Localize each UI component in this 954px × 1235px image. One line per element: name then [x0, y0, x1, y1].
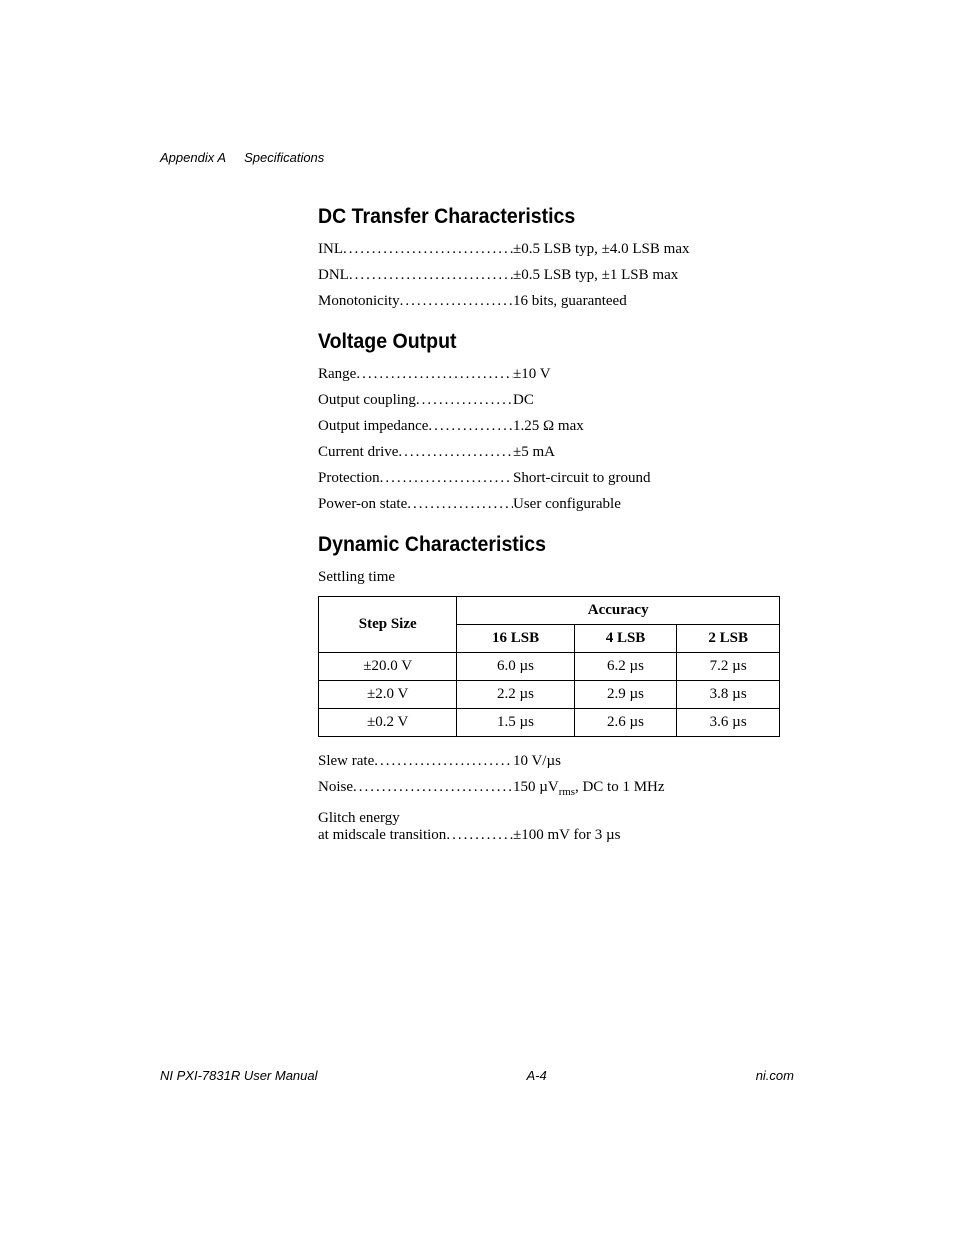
leader-dots [353, 779, 513, 796]
leader-dots [407, 496, 513, 513]
spec-value: ±100 mV for 3 µs [513, 827, 620, 844]
dc-heading: DC Transfer Characteristics [318, 205, 761, 229]
dc-section: DC Transfer Characteristics INL ±0.5 LSB… [318, 205, 794, 310]
table-cell: 3.8 µs [677, 681, 780, 709]
spec-label: Current drive [318, 444, 398, 461]
spec-value: DC [513, 392, 534, 409]
leader-dots [343, 241, 513, 258]
leader-dots [380, 470, 513, 487]
spec-value: 16 bits, guaranteed [513, 293, 627, 310]
dynamic-section: Dynamic Characteristics Settling time St… [318, 533, 794, 844]
spec-row: Output coupling DC [318, 392, 794, 409]
step-cell: ±20.0 V [319, 653, 457, 681]
leader-dots [428, 418, 513, 435]
step-cell: ±0.2 V [319, 709, 457, 737]
spec-row: DNL ±0.5 LSB typ, ±1 LSB max [318, 267, 794, 284]
table-cell: 6.0 µs [457, 653, 574, 681]
footer-center: A-4 [526, 1068, 546, 1083]
footer-left: NI PXI-7831R User Manual [160, 1068, 318, 1083]
table-cell: 7.2 µs [677, 653, 780, 681]
table-cell: 2.6 µs [574, 709, 677, 737]
spec-row: Monotonicity 16 bits, guaranteed [318, 293, 794, 310]
step-size-header: Step Size [319, 597, 457, 653]
table-cell: 3.6 µs [677, 709, 780, 737]
spec-row: Current drive ±5 mA [318, 444, 794, 461]
spec-value: 10 V/µs [513, 753, 561, 770]
spec-row: Power-on state User configurable [318, 496, 794, 513]
spec-value: User configurable [513, 496, 621, 513]
settling-label: Settling time [318, 569, 794, 586]
leader-dots [398, 444, 513, 461]
spec-label: Range [318, 366, 356, 383]
spec-value: ±10 V [513, 366, 551, 383]
spec-value: ±0.5 LSB typ, ±1 LSB max [513, 267, 678, 284]
voltage-heading: Voltage Output [318, 330, 761, 354]
spec-label: Noise [318, 779, 353, 796]
col-header: 2 LSB [677, 625, 780, 653]
spec-row: at midscale transition ±100 mV for 3 µs [318, 827, 794, 844]
table-row: ±0.2 V 1.5 µs 2.6 µs 3.6 µs [319, 709, 780, 737]
leader-dots [349, 267, 513, 284]
voltage-section: Voltage Output Range ±10 V Output coupli… [318, 330, 794, 513]
page-header: Appendix A Specifications [160, 150, 794, 165]
dynamic-heading: Dynamic Characteristics [318, 533, 761, 557]
spec-row: INL ±0.5 LSB typ, ±4.0 LSB max [318, 241, 794, 258]
page-footer: NI PXI-7831R User Manual A-4 ni.com [160, 1068, 794, 1083]
col-header: 4 LSB [574, 625, 677, 653]
spec-label: Slew rate [318, 753, 374, 770]
spec-row: Output impedance 1.25 Ω max [318, 418, 794, 435]
spec-label: INL [318, 241, 343, 258]
spec-label: Power-on state [318, 496, 407, 513]
table-row: ±2.0 V 2.2 µs 2.9 µs 3.8 µs [319, 681, 780, 709]
table-cell: 1.5 µs [457, 709, 574, 737]
table-cell: 6.2 µs [574, 653, 677, 681]
table-cell: 2.2 µs [457, 681, 574, 709]
settling-table: Step Size Accuracy 16 LSB 4 LSB 2 LSB ±2… [318, 596, 780, 737]
glitch-line1: Glitch energy [318, 810, 794, 827]
leader-dots [416, 392, 513, 409]
footer-right: ni.com [756, 1068, 794, 1083]
table-row: ±20.0 V 6.0 µs 6.2 µs 7.2 µs [319, 653, 780, 681]
section-label: Specifications [244, 150, 324, 165]
appendix-label: Appendix A [160, 150, 226, 165]
leader-dots [356, 366, 513, 383]
spec-value: Short-circuit to ground [513, 470, 650, 487]
spec-row: Noise 150 µVrms, DC to 1 MHz [318, 779, 794, 798]
spec-row: Protection Short-circuit to ground [318, 470, 794, 487]
spec-label: Output coupling [318, 392, 416, 409]
spec-value: 150 µVrms, DC to 1 MHz [513, 779, 665, 798]
spec-label: Output impedance [318, 418, 428, 435]
leader-dots [374, 753, 513, 770]
spec-label: Monotonicity [318, 293, 400, 310]
step-cell: ±2.0 V [319, 681, 457, 709]
leader-dots [446, 827, 513, 844]
spec-label: DNL [318, 267, 349, 284]
spec-value: ±5 mA [513, 444, 555, 461]
spec-value: ±0.5 LSB typ, ±4.0 LSB max [513, 241, 689, 258]
spec-label: Protection [318, 470, 380, 487]
accuracy-header: Accuracy [457, 597, 780, 625]
spec-row: Range ±10 V [318, 366, 794, 383]
spec-row: Slew rate 10 V/µs [318, 753, 794, 770]
spec-value: 1.25 Ω max [513, 418, 584, 435]
leader-dots [400, 293, 513, 310]
col-header: 16 LSB [457, 625, 574, 653]
table-cell: 2.9 µs [574, 681, 677, 709]
spec-label: at midscale transition [318, 827, 446, 844]
